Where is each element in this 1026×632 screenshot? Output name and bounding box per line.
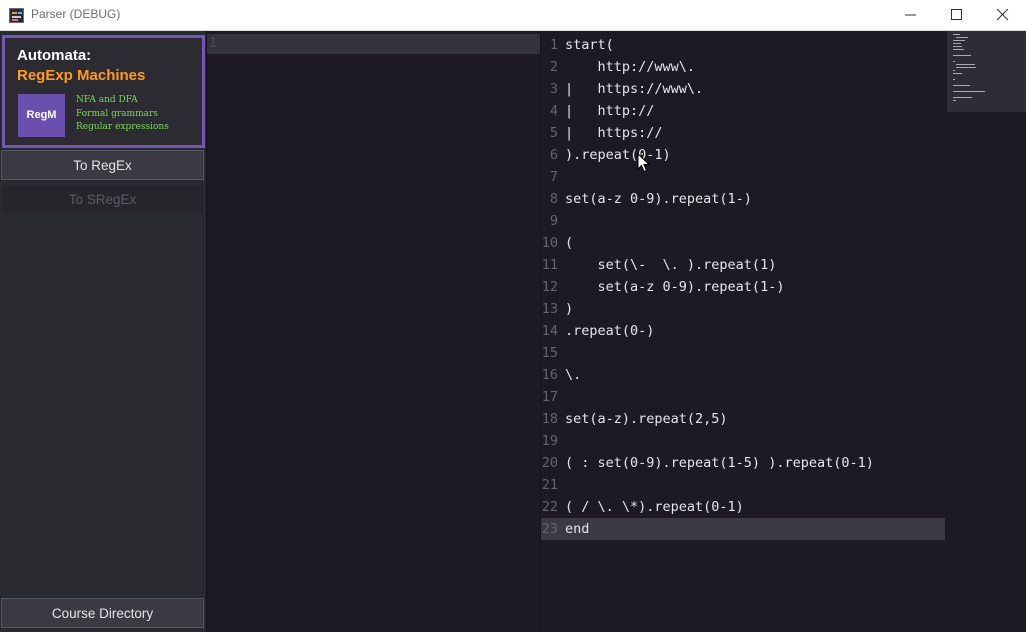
minimize-icon: [905, 14, 916, 16]
code-line-number: 3: [549, 81, 558, 97]
banner-topic: Regular expressions: [76, 122, 169, 132]
input-line-number: 1: [209, 36, 217, 51]
code-line[interactable]: 8 set(a-z 0-9).repeat(1-): [541, 188, 945, 210]
code-line-number: 13: [541, 301, 558, 317]
banner-title-line2: RegExp Machines: [17, 67, 146, 84]
code-line[interactable]: 21: [541, 474, 945, 496]
code-line-text[interactable]: | https://: [565, 122, 663, 144]
code-line[interactable]: 11 set(\- \. ).repeat(1): [541, 254, 945, 276]
code-line[interactable]: 7: [541, 166, 945, 188]
code-line-text[interactable]: (: [565, 232, 573, 254]
code-line-number: 18: [541, 411, 558, 427]
code-line[interactable]: 4 | http://: [541, 100, 945, 122]
code-line[interactable]: 19: [541, 430, 945, 452]
code-line-number: 2: [549, 59, 558, 75]
banner-topic: NFA and DFA: [76, 95, 138, 105]
code-line-text[interactable]: | http://: [565, 100, 654, 122]
code-line[interactable]: 16 \.: [541, 364, 945, 386]
minimize-button[interactable]: [888, 0, 934, 31]
code-line-text[interactable]: ( / \. \*).repeat(0-1): [565, 496, 744, 518]
code-line-text[interactable]: ): [565, 298, 573, 320]
code-line[interactable]: 3 | https://www\.: [541, 78, 945, 100]
code-line-number: 9: [549, 213, 558, 229]
code-line-text[interactable]: http://www\.: [565, 56, 696, 78]
code-line[interactable]: 6 ).repeat(0-1): [541, 144, 945, 166]
close-icon: [997, 9, 1009, 21]
code-line-number: 6: [549, 147, 558, 163]
code-line-number: 23: [541, 521, 558, 537]
course-banner[interactable]: Automata: RegExp Machines RegM NFA and D…: [2, 35, 205, 148]
code-line-text[interactable]: ( : set(0-9).repeat(1-5) ).repeat(0-1): [565, 452, 874, 474]
code-line-number: 8: [549, 191, 558, 207]
maximize-icon: [951, 9, 962, 20]
maximize-button[interactable]: [934, 0, 980, 31]
left-sidebar: Automata: RegExp Machines RegM NFA and D…: [0, 31, 206, 632]
code-line-number: 4: [549, 103, 558, 119]
code-line[interactable]: 9: [541, 210, 945, 232]
code-editor[interactable]: 1 start(2 http://www\. 3 | https://www\. 4 | …: [540, 31, 1026, 632]
code-line[interactable]: 1 start(: [541, 34, 945, 56]
code-line-number: 5: [549, 125, 558, 141]
code-line[interactable]: 13): [541, 298, 945, 320]
code-line-number: 17: [541, 389, 558, 405]
to-sregex-button[interactable]: To SRegEx: [1, 184, 204, 214]
input-editor[interactable]: 1: [206, 31, 541, 632]
code-line-text[interactable]: .repeat(0-): [565, 320, 654, 342]
code-line-text[interactable]: ).repeat(0-1): [565, 144, 671, 166]
code-line[interactable]: 18 set(a-z).repeat(2,5): [541, 408, 945, 430]
to-regex-button[interactable]: To RegEx: [1, 150, 204, 180]
code-minimap[interactable]: [947, 31, 1026, 112]
code-line[interactable]: 5 | https://: [541, 122, 945, 144]
close-button[interactable]: [980, 0, 1026, 31]
code-line-number: 1: [549, 37, 558, 53]
app-icon: [9, 8, 24, 23]
code-line-number: 21: [541, 477, 558, 493]
banner-title-line1: Automata:: [17, 47, 92, 64]
code-line[interactable]: 15: [541, 342, 945, 364]
code-line-number: 16: [541, 367, 558, 383]
code-line[interactable]: 12 set(a-z 0-9).repeat(1-): [541, 276, 945, 298]
course-directory-button[interactable]: Course Directory: [1, 598, 204, 628]
code-line-number: 22: [541, 499, 558, 515]
code-line-text[interactable]: start(: [565, 34, 614, 56]
code-line[interactable]: 23 end: [541, 518, 945, 540]
code-line-text[interactable]: | https://www\.: [565, 78, 703, 100]
title-bar: Parser (DEBUG): [0, 0, 1026, 31]
code-line-text[interactable]: set(a-z 0-9).repeat(1-): [565, 276, 785, 298]
code-line[interactable]: 17: [541, 386, 945, 408]
code-line-number: 10: [541, 235, 558, 251]
input-editor-active-line[interactable]: [207, 34, 541, 54]
regm-logo: RegM: [18, 94, 65, 137]
window-title: Parser (DEBUG): [31, 7, 121, 21]
code-line-number: 12: [541, 279, 558, 295]
mouse-cursor-icon: [637, 153, 651, 173]
code-line[interactable]: 14 .repeat(0-): [541, 320, 945, 342]
banner-topic-list: NFA and DFA Formal grammars Regular expr…: [76, 94, 169, 135]
code-line-text[interactable]: set(a-z 0-9).repeat(1-): [565, 188, 752, 210]
code-line-number: 11: [541, 257, 558, 273]
code-line-number: 15: [541, 345, 558, 361]
code-line-text[interactable]: \.: [565, 364, 581, 386]
banner-topic: Formal grammars: [76, 108, 158, 119]
code-line[interactable]: 20 ( : set(0-9).repeat(1-5) ).repeat(0-1): [541, 452, 945, 474]
code-line-number: 7: [549, 169, 558, 185]
code-line-number: 20: [541, 455, 558, 471]
code-line-text[interactable]: set(a-z).repeat(2,5): [565, 408, 728, 430]
code-line-number: 14: [541, 323, 558, 339]
code-line-text[interactable]: set(\- \. ).repeat(1): [565, 254, 777, 276]
code-line[interactable]: 22 ( / \. \*).repeat(0-1): [541, 496, 945, 518]
code-line-number: 19: [541, 433, 558, 449]
code-line-text[interactable]: end: [565, 518, 589, 540]
code-line[interactable]: 10 (: [541, 232, 945, 254]
code-line[interactable]: 2 http://www\.: [541, 56, 945, 78]
